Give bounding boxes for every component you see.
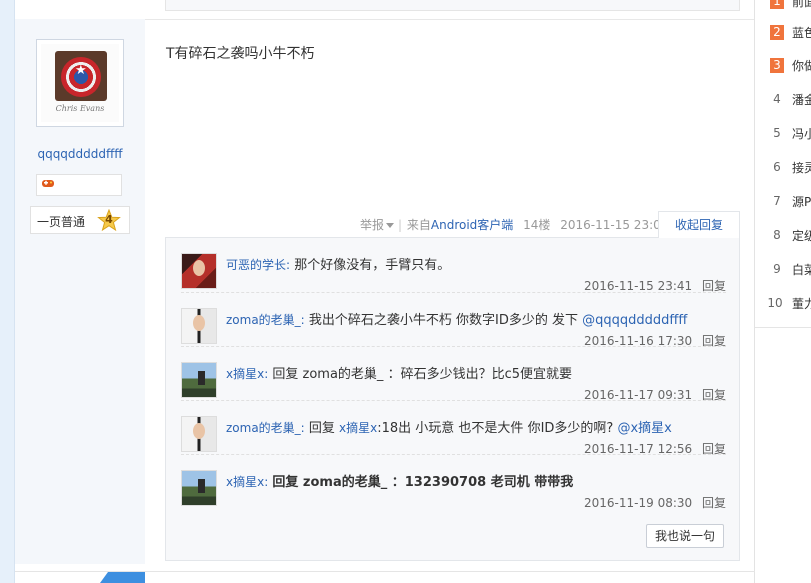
add-comment-button[interactable]: 我也说一句 (646, 524, 724, 548)
figure-shape (198, 479, 205, 493)
reply-body: 我出个碎石之袭小牛不朽 你数字ID多少的 发下 (308, 313, 578, 328)
hot-rank: 3 (770, 58, 784, 73)
hot-topic-text[interactable]: 董力 (792, 295, 811, 312)
post-datetime: 2016-11-15 23:01 (560, 218, 669, 232)
post-tail-info: 举报 | 来自Android客户端 14楼 2016-11-15 23:01 (360, 216, 668, 233)
hot-rank: 7 (773, 194, 781, 208)
hot-rank: 5 (773, 126, 781, 140)
next-post-badge (100, 572, 145, 583)
post-content: T有碎石之袭吗小牛不朽 (166, 46, 315, 62)
chevron-down-icon[interactable] (386, 222, 395, 228)
list-item: zoma的老巢_: 我出个碎石之袭小牛不朽 你数字ID多少的 发下 @qqqqd… (181, 292, 726, 348)
hot-topic-text[interactable]: 接灵 (792, 159, 811, 176)
report-link[interactable]: 举报 (360, 218, 384, 232)
reply-username[interactable]: 可恶的学长: (226, 258, 290, 272)
content-right-border (754, 0, 755, 583)
reply-link[interactable]: 回复 (702, 279, 726, 293)
hot-topic-text[interactable]: 前面 (792, 0, 811, 10)
hot-topic-item[interactable]: 9 白菜 (766, 259, 811, 279)
star-icon: ★ (75, 63, 87, 78)
source-prefix: 来自 (406, 218, 431, 232)
reply-body-prefix: 回复 (308, 421, 335, 436)
reply-time: 2016-11-19 08:30 (584, 496, 693, 510)
hot-topic-text[interactable]: 白菜 (792, 261, 811, 278)
reply-time: 2016-11-15 23:41 (584, 279, 693, 293)
list-item: zoma的老巢_: 回复 x摘星x:18出 小玩意 也不是大件 你ID多少的啊?… (181, 400, 726, 456)
hot-topic-item[interactable]: 7 源P (766, 191, 811, 211)
reply-avatar[interactable] (181, 308, 217, 344)
reply-avatar[interactable] (181, 253, 217, 289)
captain-america-photo: ★ (55, 51, 107, 101)
hot-rank: 8 (773, 228, 781, 242)
face-shape (193, 260, 205, 276)
list-item: 可恶的学长: 那个好像没有，手臂只有。 2016-11-15 23:41 回复 (181, 238, 726, 293)
list-item: x摘星x: 回复 zoma的老巢_ ：碎石多少钱出？比c5便宜就要 2016-1… (181, 346, 726, 402)
left-background-strip (0, 0, 15, 583)
hot-topic-item[interactable]: 3 你做 (766, 55, 811, 75)
hot-topic-item[interactable]: 10 董力 (766, 293, 811, 313)
hot-topic-item[interactable]: 5 冯小 (766, 123, 811, 143)
reply-username[interactable]: zoma的老巢_: (226, 313, 305, 327)
hot-topic-item[interactable]: 4 潘金 (766, 89, 811, 109)
reply-link[interactable]: 回复 (702, 496, 726, 510)
reply-username[interactable]: zoma的老巢_: (226, 421, 305, 435)
reply-body: 回复 zoma的老巢_ ：132390708 老司机 带带我 (272, 475, 574, 490)
face-shape (193, 423, 205, 439)
hot-rank: 6 (773, 160, 781, 174)
figure-shape (198, 371, 205, 385)
game-badge[interactable] (36, 174, 122, 196)
reply-body: :18出 小玩意 也不是大件 你ID多少的啊? (377, 421, 614, 436)
reply-avatar[interactable] (181, 470, 217, 506)
reply-text: x摘星x: 回复 zoma的老巢_ ：碎石多少钱出？比c5便宜就要 (226, 363, 726, 382)
floor-number: 14楼 (523, 218, 551, 232)
reply-username[interactable]: x摘星x: (226, 367, 268, 381)
level-number: 4 (105, 213, 113, 226)
hot-topic-text[interactable]: 你做 (792, 57, 811, 74)
hot-topic-item[interactable]: 6 接灵 (766, 157, 811, 177)
hot-rank: 10 (767, 296, 783, 310)
author-avatar[interactable]: ★ Chris Evans (36, 39, 124, 127)
reply-mention[interactable]: @x摘星x (617, 421, 671, 436)
hot-topic-item[interactable]: 2 蓝色 (766, 22, 811, 42)
user-level-badge[interactable]: 一页普通 4 (30, 206, 130, 234)
hot-topic-item[interactable]: 8 定级 (766, 225, 811, 245)
reply-text: zoma的老巢_: 回复 x摘星x:18出 小玩意 也不是大件 你ID多少的啊?… (226, 417, 726, 436)
face-shape (193, 315, 205, 331)
reply-mention[interactable]: @qqqqdddddffff (582, 313, 687, 328)
gamepad-icon (42, 180, 54, 187)
reply-avatar[interactable] (181, 362, 217, 398)
hot-rank: 1 (770, 0, 784, 9)
reply-username[interactable]: x摘星x: (226, 475, 268, 489)
avatar-signature: Chris Evans (55, 104, 105, 113)
hot-rank: 2 (770, 25, 784, 40)
hot-topic-item[interactable]: 1 前面 (766, 0, 811, 11)
reply-list: 可恶的学长: 那个好像没有，手臂只有。 2016-11-15 23:41 回复 … (165, 237, 740, 561)
previous-reply-box-edge (165, 0, 740, 11)
author-username[interactable]: qqqqdddddffff (15, 147, 145, 161)
collapse-replies-button[interactable]: 收起回复 (658, 211, 740, 238)
reply-body: 回复 zoma的老巢_ ：碎石多少钱出？比c5便宜就要 (272, 367, 572, 382)
reply-text: zoma的老巢_: 我出个碎石之袭小牛不朽 你数字ID多少的 发下 @qqqqd… (226, 309, 726, 328)
reply-body: 那个好像没有，手臂只有。 (294, 258, 451, 273)
hot-topic-text[interactable]: 定级 (792, 227, 811, 244)
reply-text: 可恶的学长: 那个好像没有，手臂只有。 (226, 254, 726, 273)
hot-rank: 9 (773, 262, 781, 276)
hot-topic-text[interactable]: 源P (792, 193, 811, 210)
level-name: 一页普通 (37, 215, 86, 229)
source-client-link[interactable]: Android客户端 (431, 218, 513, 232)
hot-list-divider (755, 327, 811, 328)
hot-topic-text[interactable]: 冯小 (792, 125, 811, 142)
hot-topic-text[interactable]: 蓝色 (792, 24, 811, 41)
list-item: x摘星x: 回复 zoma的老巢_ ：132390708 老司机 带带我 201… (181, 454, 726, 511)
reply-body-mention[interactable]: x摘星x (339, 421, 377, 435)
reply-text: x摘星x: 回复 zoma的老巢_ ：132390708 老司机 带带我 (226, 471, 726, 490)
avatar-image: ★ Chris Evans (41, 44, 119, 122)
hot-topic-text[interactable]: 潘金 (792, 91, 811, 108)
hot-rank: 4 (773, 92, 781, 106)
reply-meta: 2016-11-19 08:30 回复 (584, 494, 726, 511)
reply-avatar[interactable] (181, 416, 217, 452)
tail-separator: | (398, 218, 403, 232)
